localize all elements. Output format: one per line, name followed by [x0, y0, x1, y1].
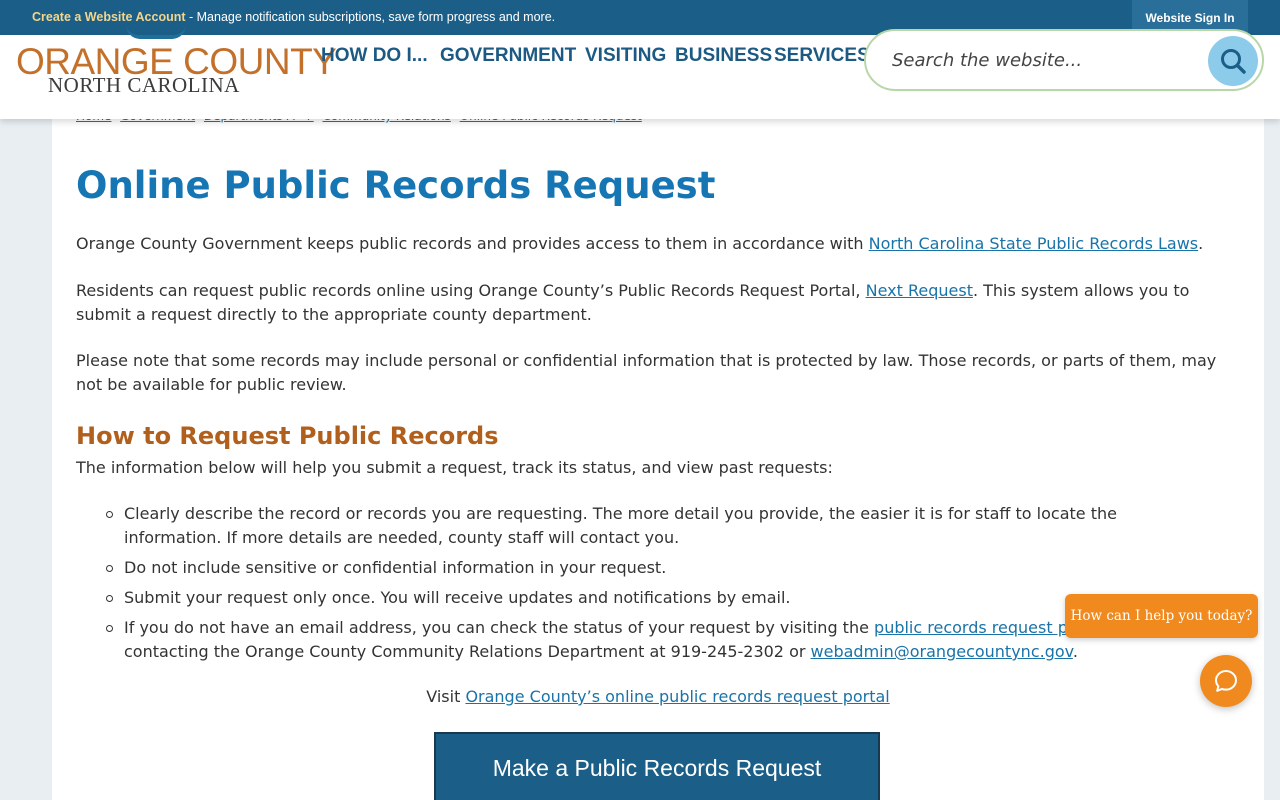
chat-icon [1215, 670, 1237, 692]
online-portal-link[interactable]: Orange County’s online public records re… [465, 687, 889, 706]
intro-paragraph-3: Please note that some records may includ… [76, 351, 1217, 394]
list-item: Submit your request only once. You will … [76, 586, 1206, 610]
visit-portal-line: Visit Orange County’s online public reco… [426, 687, 890, 706]
notification-text: - Manage notification subscriptions, sav… [185, 10, 556, 24]
nc-public-records-laws-link[interactable]: North Carolina State Public Records Laws [869, 234, 1198, 253]
bullet-icon [106, 511, 113, 518]
site-header: ORANGE COUNTY NORTH CAROLINA HOW DO I...… [0, 29, 1280, 119]
page-title: Online Public Records Request [76, 164, 716, 207]
list-item: If you do not have an email address, you… [76, 616, 1206, 664]
nav-services[interactable]: SERVICES [774, 45, 870, 67]
chat-launcher-button[interactable] [1200, 655, 1252, 707]
make-request-button[interactable]: Make a Public Records Request [434, 732, 880, 800]
content-panel: Home›Government›Departments A - F›Commun… [52, 109, 1264, 800]
search-box [864, 29, 1264, 91]
list-item: Do not include sensitive or confidential… [76, 556, 1206, 580]
intro-paragraph-2: Residents can request public records onl… [76, 281, 1190, 324]
search-button[interactable] [1208, 36, 1258, 86]
notification-message: Create a Website Account - Manage notifi… [32, 10, 555, 24]
list-item: Clearly describe the record or records y… [76, 502, 1206, 550]
logo-arc [126, 25, 186, 39]
how-to-intro: The information below will help you subm… [76, 458, 833, 477]
nav-government[interactable]: GOVERNMENT [440, 45, 576, 67]
bullet-icon [106, 565, 113, 572]
search-input[interactable] [892, 45, 1192, 75]
intro-paragraph-1: Orange County Government keeps public re… [76, 234, 1204, 253]
bullet-icon [106, 625, 113, 632]
nav-business[interactable]: BUSINESS [675, 45, 772, 67]
nav-visiting[interactable]: VISITING [585, 45, 666, 67]
bullet-icon [106, 595, 113, 602]
logo-line-2: NORTH CAROLINA [48, 73, 240, 97]
nav-how-do-i[interactable]: HOW DO I... [321, 45, 428, 67]
search-icon [1221, 49, 1246, 74]
instructions-list: Clearly describe the record or records y… [76, 502, 1206, 670]
webadmin-email-link[interactable]: webadmin@orangecountync.gov [811, 642, 1073, 661]
county-logo[interactable]: ORANGE COUNTY NORTH CAROLINA [16, 35, 337, 119]
next-request-link[interactable]: Next Request [866, 281, 973, 300]
how-to-request-heading: How to Request Public Records [76, 422, 499, 450]
chat-prompt-bubble[interactable]: How can I help you today? [1065, 594, 1258, 638]
create-account-link[interactable]: Create a Website Account [32, 10, 186, 24]
